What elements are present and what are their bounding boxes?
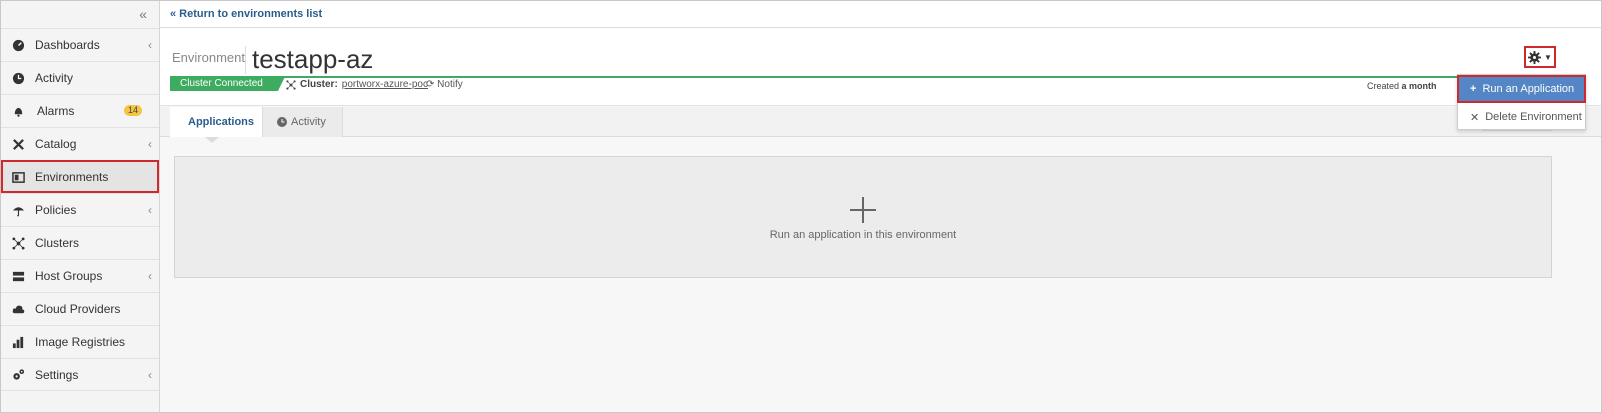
chevron-left-icon: ‹	[148, 38, 152, 52]
activity-icon	[11, 71, 25, 85]
menu-item-label: Delete Environment	[1485, 111, 1582, 123]
cluster-info: Cluster: portworx-azure-poc	[286, 79, 428, 90]
sidebar-item-label: Host Groups	[35, 269, 103, 283]
sidebar-item-clusters[interactable]: Clusters	[1, 226, 159, 259]
active-tab-pointer	[205, 137, 219, 143]
catalog-icon	[11, 137, 25, 151]
plus-icon	[850, 197, 876, 223]
environment-label: Environment	[172, 50, 245, 65]
registry-icon	[11, 335, 25, 349]
refresh-icon: ⟳	[426, 79, 435, 90]
chevron-left-icon: ‹	[148, 137, 152, 151]
cluster-label: Cluster:	[300, 79, 338, 90]
plus-icon: +	[1470, 83, 1477, 95]
activity-icon	[277, 117, 287, 127]
sidebar-item-environments[interactable]: Environments	[1, 160, 159, 193]
created-value: a month	[1401, 81, 1437, 91]
gear-icon	[1528, 50, 1542, 64]
dashboard-icon	[11, 38, 25, 52]
clusters-icon	[11, 236, 25, 250]
alarms-count-badge: 14	[123, 105, 142, 116]
sidebar-item-host-groups[interactable]: Host Groups ‹	[1, 259, 159, 292]
main-content: « Return to environments list Environmen…	[160, 1, 1601, 412]
topbar: « Return to environments list	[160, 1, 1601, 28]
sidebar-item-image-registries[interactable]: Image Registries	[1, 325, 159, 358]
return-to-environments-link[interactable]: « Return to environments list	[170, 8, 322, 20]
tab-applications[interactable]: Applications	[170, 107, 263, 137]
sidebar-item-label: Policies	[35, 203, 77, 217]
notify-button[interactable]: ⟳ Notify	[426, 79, 463, 90]
sidebar-nav: Dashboards ‹ Activity Alarms 14 Catalog …	[1, 28, 159, 391]
gears-icon	[11, 368, 25, 382]
sidebar-item-label: Cloud Providers	[35, 302, 121, 316]
server-icon	[11, 269, 25, 283]
caret-down-icon: ▼	[1544, 52, 1552, 62]
tab-label: Activity	[291, 116, 326, 128]
close-icon: ✕	[1470, 111, 1480, 124]
menu-item-label: Run an Application	[1482, 83, 1575, 95]
sidebar-item-cloud-providers[interactable]: Cloud Providers	[1, 292, 159, 325]
tab-activity[interactable]: Activity	[263, 107, 343, 137]
environment-actions-menu: + Run an Application ✕ Delete Environmen…	[1457, 74, 1586, 130]
sidebar-item-dashboards[interactable]: Dashboards ‹	[1, 28, 159, 61]
notify-label: Notify	[437, 79, 463, 90]
delete-environment-menu-item[interactable]: ✕ Delete Environment	[1458, 104, 1585, 130]
environment-actions-button[interactable]: ▼	[1524, 46, 1556, 68]
environments-icon	[11, 170, 25, 184]
chevron-left-icon: ‹	[148, 269, 152, 283]
empty-state-message: Run an application in this environment	[769, 229, 957, 241]
sidebar-item-label: Clusters	[35, 236, 80, 250]
cluster-link[interactable]: portworx-azure-poc	[342, 79, 428, 90]
sidebar-item-label: Dashboards	[35, 38, 100, 52]
sidebar-item-label: Image Registries	[35, 335, 126, 349]
page-title: testapp-az	[252, 44, 374, 74]
status-badge: Cluster Connected	[170, 77, 285, 91]
tab-label: Applications	[188, 116, 255, 128]
run-application-menu-item[interactable]: + Run an Application	[1457, 75, 1586, 103]
sidebar-item-settings[interactable]: Settings ‹	[1, 358, 159, 391]
tab-bar: Applications Activity	[160, 107, 1601, 137]
created-prefix: Created	[1367, 81, 1400, 91]
chevron-left-icon: ‹	[148, 368, 152, 382]
sidebar-item-policies[interactable]: Policies ‹	[1, 193, 159, 226]
chevron-left-icon: ‹	[148, 203, 152, 217]
status-line	[170, 76, 1551, 78]
sidebar: « Dashboards ‹ Activity Alarms 14 Catalo…	[1, 1, 160, 412]
bell-icon	[11, 104, 25, 118]
header-divider	[245, 46, 246, 74]
umbrella-icon	[11, 203, 25, 217]
collapse-sidebar-icon[interactable]: «	[139, 6, 147, 22]
sidebar-item-label: Settings	[35, 367, 79, 382]
sidebar-item-label: Environments	[35, 170, 109, 184]
sidebar-item-catalog[interactable]: Catalog ‹	[1, 127, 159, 160]
sidebar-item-label: Activity	[35, 71, 74, 85]
sidebar-item-label: Catalog	[35, 137, 77, 151]
sidebar-item-activity[interactable]: Activity	[1, 61, 159, 94]
environment-header: Environment testapp-az Cluster Connected…	[160, 28, 1601, 106]
cloud-icon	[11, 302, 25, 316]
sidebar-item-alarms[interactable]: Alarms 14	[1, 94, 159, 127]
run-application-empty-state[interactable]: Run an application in this environment	[174, 156, 1552, 278]
cluster-icon	[286, 79, 296, 90]
created-info: Created a month	[1367, 81, 1437, 91]
sidebar-item-label: Alarms	[37, 104, 75, 118]
